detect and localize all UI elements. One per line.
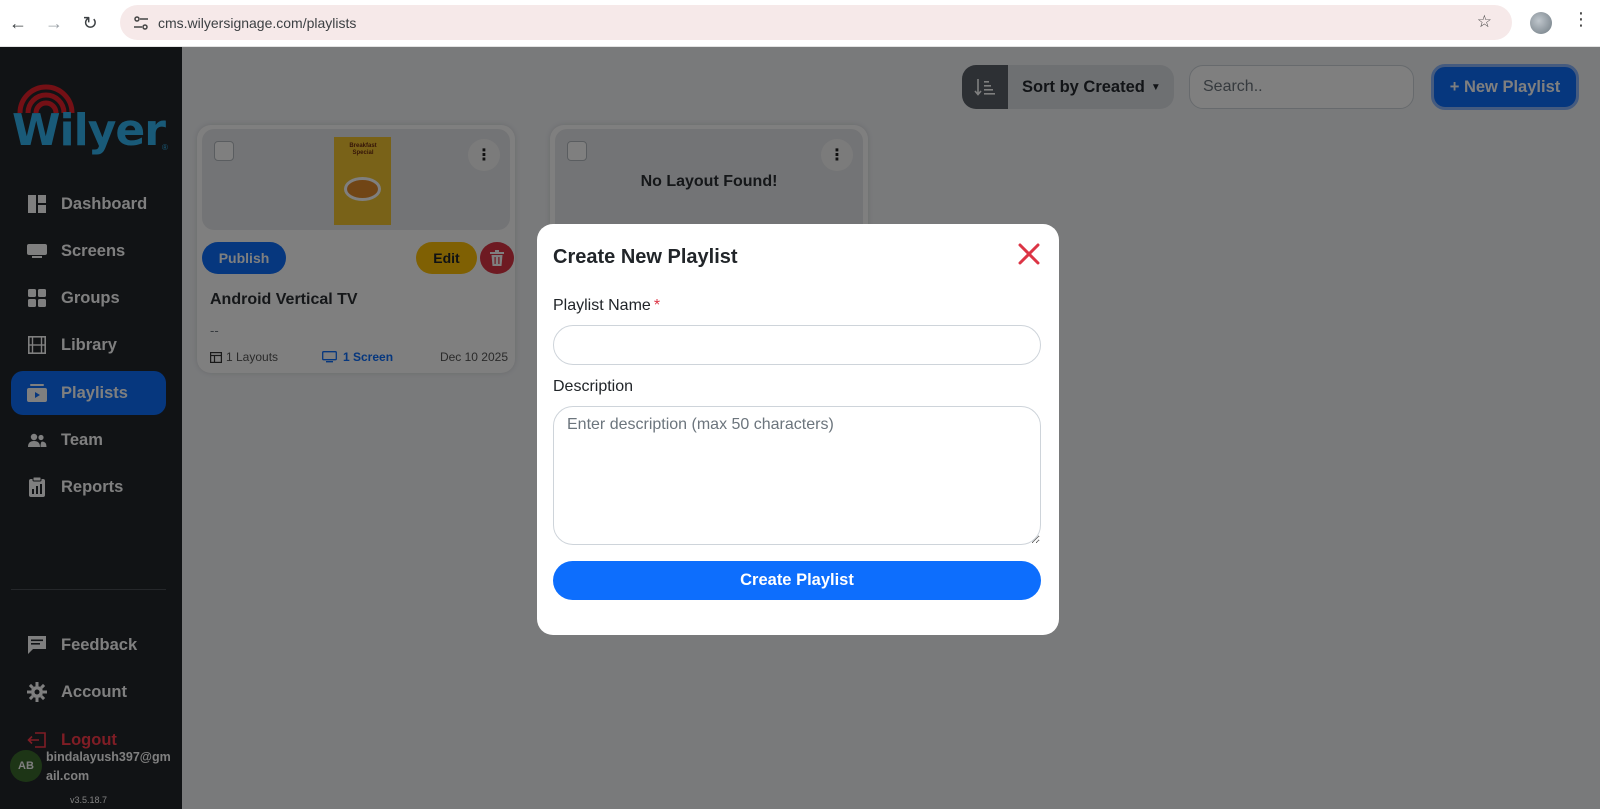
browser-toolbar: ← → ↻ cms.wilyersignage.com/playlists ☆ … [0,0,1600,47]
playlist-name-input[interactable] [553,325,1041,365]
description-textarea[interactable] [553,406,1041,545]
required-asterisk: * [653,297,661,314]
create-playlist-modal: Create New Playlist Playlist Name * Descr… [537,224,1059,635]
address-bar[interactable]: cms.wilyersignage.com/playlists ☆ [120,5,1512,40]
back-icon[interactable]: ← [0,5,36,41]
create-playlist-button[interactable]: Create Playlist [553,561,1041,600]
reload-icon[interactable]: ↻ [72,5,108,41]
forward-icon[interactable]: → [36,5,72,41]
playlist-name-label: Playlist Name * [553,297,660,315]
close-icon[interactable] [1015,240,1043,268]
url-text: cms.wilyersignage.com/playlists [158,14,357,31]
bookmark-star-icon[interactable]: ☆ [1477,12,1492,32]
description-label: Description [553,378,634,395]
browser-menu-icon[interactable]: ⋮ [1572,10,1590,28]
playlist-name-label-text: Playlist Name [553,297,651,314]
site-info-icon[interactable] [126,15,156,30]
browser-profile-avatar[interactable] [1530,12,1552,34]
modal-title: Create New Playlist [553,246,738,268]
